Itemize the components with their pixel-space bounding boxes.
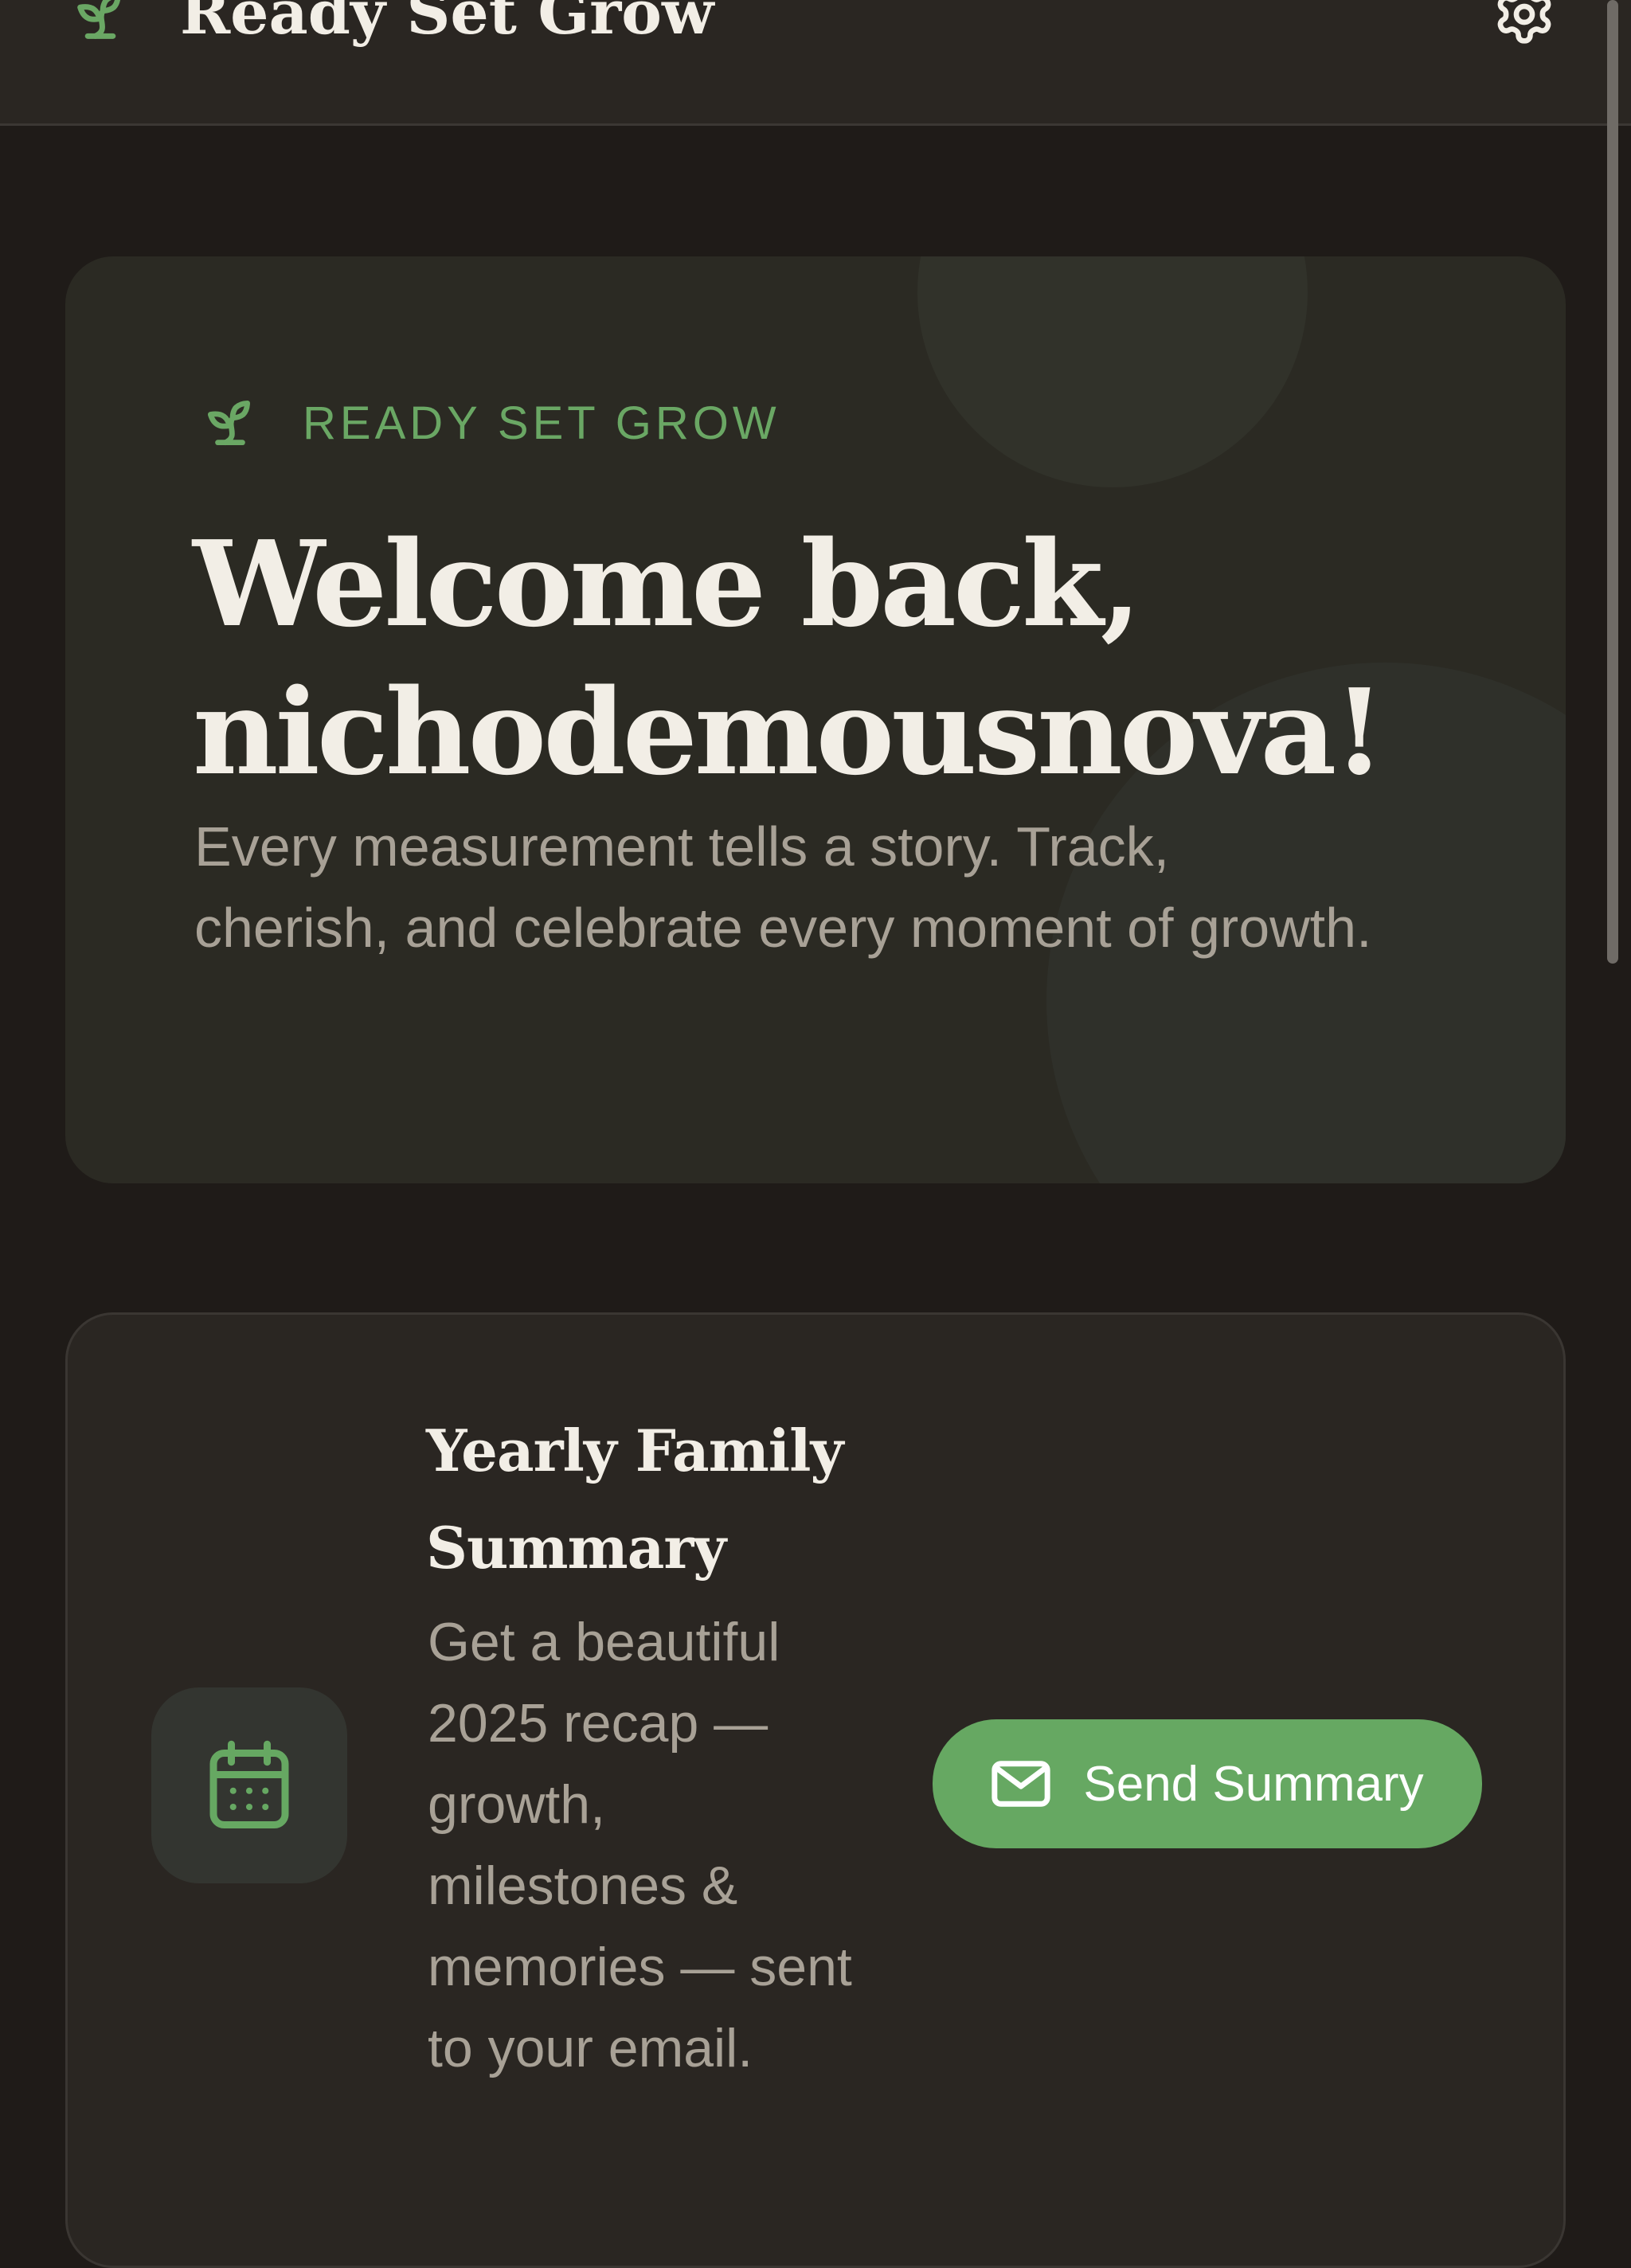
summary-title: Yearly Family Summary: [426, 1417, 843, 1582]
welcome-title-username: nichodemousnova!: [193, 663, 1385, 801]
send-summary-button[interactable]: Send Summary: [933, 1719, 1482, 1848]
welcome-title-line1: Welcome back,: [193, 514, 1141, 653]
summary-description: Get a beautiful 2025 recap — growth, mil…: [428, 1612, 852, 2078]
summary-icon-box: [151, 1687, 347, 1883]
welcome-card: READY SET GROW Welcome back, nichodemous…: [65, 256, 1566, 1183]
hero-brand: READY SET GROW: [201, 393, 780, 452]
gear-icon[interactable]: [1492, 0, 1556, 46]
brand-label: READY SET GROW: [303, 397, 780, 449]
top-bar: Ready Set Grow: [0, 0, 1631, 126]
decorative-circle: [917, 256, 1308, 487]
calendar-icon: [209, 1740, 289, 1828]
welcome-title: Welcome back, nichodemousnova!: [193, 510, 1467, 806]
sprout-icon: [77, 0, 121, 39]
yearly-summary-card: Yearly Family Summary Get a beautiful 20…: [65, 1312, 1566, 2268]
app-title: Ready Set Grow: [180, 0, 714, 48]
mail-icon: [992, 1761, 1050, 1807]
welcome-subtitle: Every measurement tells a story. Track, …: [194, 815, 1372, 959]
scrollbar-thumb[interactable]: [1607, 0, 1618, 964]
sprout-icon: [207, 400, 250, 446]
send-summary-label: Send Summary: [1083, 1756, 1424, 1812]
